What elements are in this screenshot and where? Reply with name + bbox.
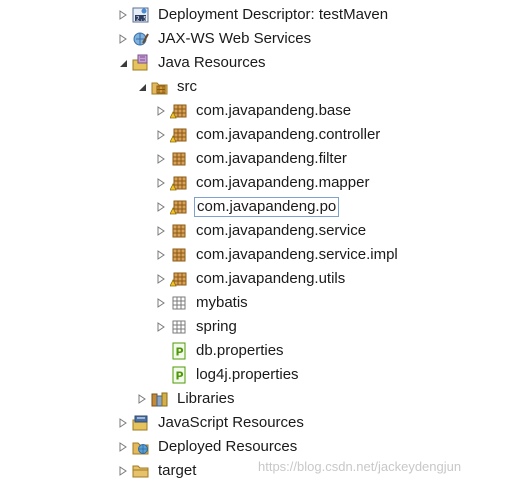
resource-folder-icon bbox=[170, 318, 188, 336]
expand-arrow-icon[interactable] bbox=[118, 459, 128, 483]
package-icon bbox=[170, 246, 188, 264]
package-warning-icon bbox=[170, 126, 188, 144]
tree-item-package-mapper[interactable]: com.javapandeng.mapper bbox=[156, 171, 371, 195]
tree-item-log4j-properties[interactable]: P log4j.properties bbox=[170, 363, 301, 387]
tree-item-target[interactable]: target bbox=[118, 459, 198, 483]
package-icon bbox=[170, 222, 188, 240]
properties-file-icon: P bbox=[170, 366, 188, 384]
tree-item-package-base[interactable]: com.javapandeng.base bbox=[156, 99, 353, 123]
tree-item-java-resources[interactable]: Java Resources bbox=[118, 51, 268, 75]
tree-item-label: com.javapandeng.mapper bbox=[196, 174, 370, 191]
tree-item-package-service[interactable]: com.javapandeng.service bbox=[156, 219, 368, 243]
tree-item-label: target bbox=[158, 462, 197, 479]
tree-item-label: JavaScript Resources bbox=[158, 414, 304, 431]
tree-item-label: spring bbox=[196, 318, 237, 335]
tree-item-label: db.properties bbox=[196, 342, 284, 359]
tree-item-package-utils[interactable]: com.javapandeng.utils bbox=[156, 267, 347, 291]
tree-item-label: Deployment Descriptor: testMaven bbox=[158, 6, 389, 23]
resource-folder-icon bbox=[170, 294, 188, 312]
expand-arrow-icon[interactable] bbox=[156, 147, 166, 171]
source-folder-icon bbox=[151, 78, 169, 96]
tree-item-jax-ws[interactable]: JAX-WS Web Services bbox=[118, 27, 313, 51]
expand-arrow-icon[interactable] bbox=[118, 3, 128, 27]
tree-item-label: com.javapandeng.base bbox=[196, 102, 352, 119]
package-warning-icon bbox=[170, 102, 188, 120]
tree-item-spring[interactable]: spring bbox=[156, 315, 239, 339]
tree-item-label: Deployed Resources bbox=[158, 438, 298, 455]
tree-item-label: com.javapandeng.po bbox=[194, 197, 340, 217]
tree-item-package-controller[interactable]: com.javapandeng.controller bbox=[156, 123, 382, 147]
svg-text:P: P bbox=[176, 346, 184, 359]
deployed-resources-icon bbox=[132, 438, 150, 456]
expand-arrow-icon[interactable] bbox=[156, 99, 166, 123]
svg-text:P: P bbox=[176, 370, 184, 383]
expand-arrow-icon[interactable] bbox=[118, 411, 128, 435]
java-resources-icon bbox=[132, 54, 150, 72]
tree-item-src[interactable]: src bbox=[137, 75, 199, 99]
tree-item-label: Libraries bbox=[177, 390, 235, 407]
properties-file-icon: P bbox=[170, 342, 188, 360]
expand-arrow-icon[interactable] bbox=[118, 27, 128, 51]
package-warning-icon bbox=[170, 270, 188, 288]
javascript-resources-icon bbox=[132, 414, 150, 432]
tree-item-deployed-resources[interactable]: Deployed Resources bbox=[118, 435, 299, 459]
libraries-icon bbox=[151, 390, 169, 408]
tree-item-label: src bbox=[177, 78, 197, 95]
package-warning-icon bbox=[170, 198, 188, 216]
tree-item-label: com.javapandeng.controller bbox=[196, 126, 381, 143]
tree-item-label: com.javapandeng.filter bbox=[196, 150, 347, 167]
expand-arrow-icon[interactable] bbox=[156, 267, 166, 291]
watermark-text: https://blog.csdn.net/jackeydengjun bbox=[258, 459, 462, 474]
expand-arrow-icon[interactable] bbox=[156, 219, 166, 243]
expand-arrow-icon[interactable] bbox=[156, 171, 166, 195]
expand-arrow-icon[interactable] bbox=[156, 195, 166, 219]
tree-item-label: JAX-WS Web Services bbox=[158, 30, 312, 47]
tree-item-package-filter[interactable]: com.javapandeng.filter bbox=[156, 147, 349, 171]
tree-item-label: Java Resources bbox=[158, 54, 266, 71]
tree-item-db-properties[interactable]: P db.properties bbox=[170, 339, 286, 363]
tree-item-label: com.javapandeng.utils bbox=[196, 270, 346, 287]
tree-item-label: com.javapandeng.service.impl bbox=[196, 246, 398, 263]
deployment-descriptor-icon: 2.5 bbox=[132, 6, 150, 24]
folder-icon bbox=[132, 462, 150, 480]
expand-arrow-icon[interactable] bbox=[156, 123, 166, 147]
expand-arrow-icon[interactable] bbox=[137, 387, 147, 411]
tree-item-deployment-descriptor[interactable]: 2.5 Deployment Descriptor: testMaven bbox=[118, 3, 390, 27]
expand-arrow-icon[interactable] bbox=[156, 243, 166, 267]
tree-item-mybatis[interactable]: mybatis bbox=[156, 291, 250, 315]
expand-arrow-icon[interactable] bbox=[156, 291, 166, 315]
tree-item-label: com.javapandeng.service bbox=[196, 222, 367, 239]
collapse-arrow-icon[interactable] bbox=[118, 51, 128, 75]
expand-arrow-icon[interactable] bbox=[118, 435, 128, 459]
package-warning-icon bbox=[170, 174, 188, 192]
tree-item-javascript-resources[interactable]: JavaScript Resources bbox=[118, 411, 306, 435]
collapse-arrow-icon[interactable] bbox=[137, 75, 147, 99]
tree-item-label: log4j.properties bbox=[196, 366, 299, 383]
tree-item-label: mybatis bbox=[196, 294, 248, 311]
tree-item-package-po[interactable]: com.javapandeng.po bbox=[156, 195, 340, 219]
package-icon bbox=[170, 150, 188, 168]
svg-text:2.5: 2.5 bbox=[136, 16, 147, 23]
tree-item-package-service-impl[interactable]: com.javapandeng.service.impl bbox=[156, 243, 400, 267]
tree-item-libraries[interactable]: Libraries bbox=[137, 387, 237, 411]
web-services-icon bbox=[132, 30, 150, 48]
expand-arrow-icon[interactable] bbox=[156, 315, 166, 339]
